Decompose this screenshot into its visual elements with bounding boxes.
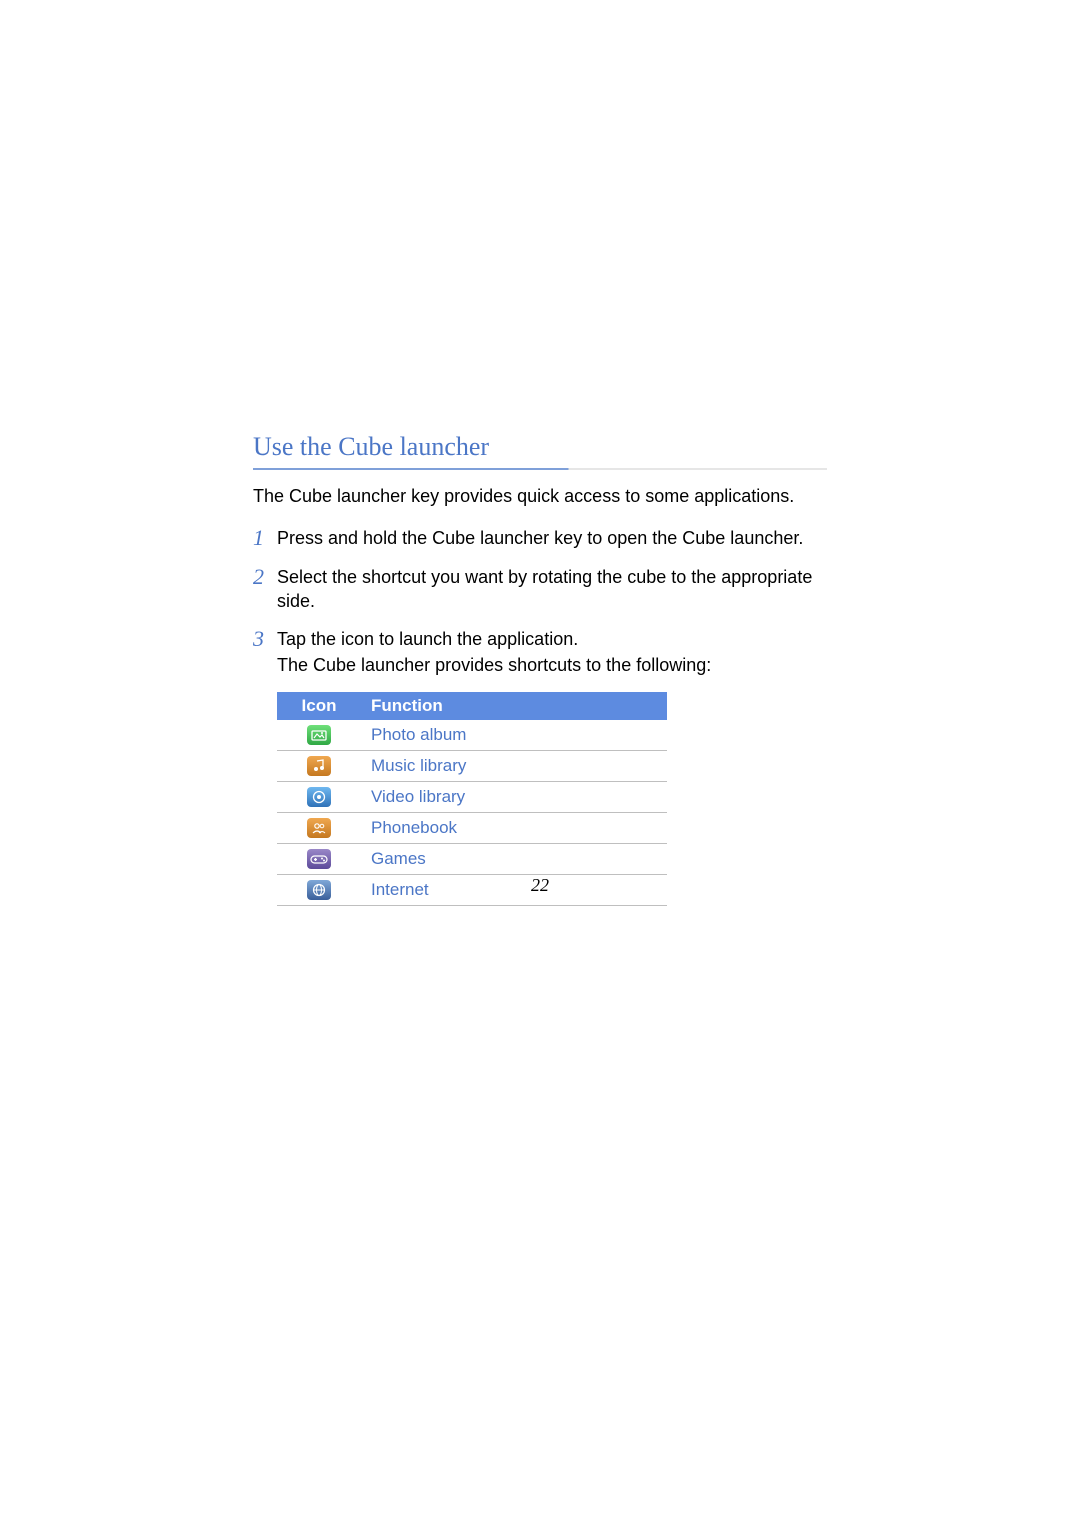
step-text: Tap the icon to launch the application. — [277, 627, 711, 651]
section-heading: Use the Cube launcher — [253, 432, 827, 462]
function-label: Photo album — [361, 720, 667, 751]
step-subtext: The Cube launcher provides shortcuts to … — [277, 653, 711, 677]
step-item: 1 Press and hold the Cube launcher key t… — [253, 526, 827, 550]
step-text: Select the shortcut you want by rotating… — [277, 565, 827, 614]
function-label: Music library — [361, 750, 667, 781]
step-item: 2 Select the shortcut you want by rotati… — [253, 565, 827, 614]
heading-rule — [253, 468, 827, 470]
video-library-icon — [307, 787, 331, 807]
table-row: Phonebook — [277, 812, 667, 843]
steps-list: 1 Press and hold the Cube launcher key t… — [253, 526, 827, 677]
step-number: 3 — [253, 627, 277, 651]
shortcut-table: Icon Function Photo album — [277, 692, 667, 906]
phonebook-icon — [307, 818, 331, 838]
function-label: Games — [361, 843, 667, 874]
step-item: 3 Tap the icon to launch the application… — [253, 627, 827, 678]
intro-text: The Cube launcher key provides quick acc… — [253, 484, 827, 508]
page-number: 22 — [0, 875, 1080, 896]
games-icon — [307, 849, 331, 869]
step-text: Press and hold the Cube launcher key to … — [277, 526, 803, 550]
step-number: 1 — [253, 526, 277, 550]
table-row: Games — [277, 843, 667, 874]
col-header-icon: Icon — [277, 692, 361, 720]
step-number: 2 — [253, 565, 277, 589]
table-row: Video library — [277, 781, 667, 812]
table-row: Music library — [277, 750, 667, 781]
music-library-icon — [307, 756, 331, 776]
col-header-function: Function — [361, 692, 667, 720]
photo-album-icon — [307, 725, 331, 745]
table-row: Photo album — [277, 720, 667, 751]
function-label: Video library — [361, 781, 667, 812]
function-label: Phonebook — [361, 812, 667, 843]
